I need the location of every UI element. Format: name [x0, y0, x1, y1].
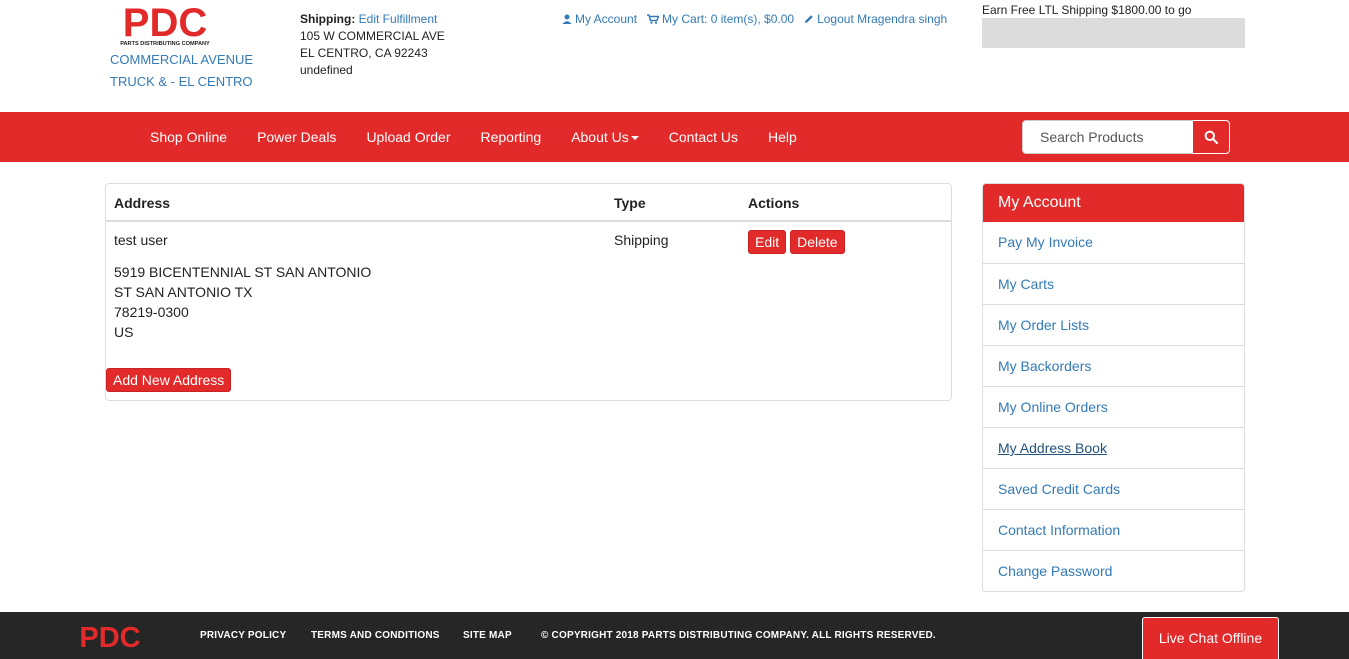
- account-menu-my-order-lists[interactable]: My Order Lists: [983, 304, 1244, 345]
- address-type: Shipping: [614, 232, 669, 248]
- delete-address-button[interactable]: Delete: [790, 230, 845, 254]
- nav-menu: Shop Online Power Deals Upload Order Rep…: [135, 112, 812, 162]
- copyright-text: © COPYRIGHT 2018 PARTS DISTRIBUTING COMP…: [541, 630, 936, 641]
- account-menu-my-online-orders[interactable]: My Online Orders: [983, 386, 1244, 427]
- cart-icon: [647, 14, 660, 24]
- shipping-label: Shipping:: [300, 12, 356, 26]
- nav-contact-us[interactable]: Contact Us: [654, 112, 753, 162]
- account-menu-my-address-book[interactable]: My Address Book: [983, 427, 1244, 468]
- store-name-line2[interactable]: TRUCK & - EL CENTRO: [110, 72, 270, 92]
- store-name-line1[interactable]: COMMERCIAL AVENUE: [110, 50, 270, 70]
- nav-shop-online[interactable]: Shop Online: [135, 112, 242, 162]
- site-map-link[interactable]: SITE MAP: [463, 630, 512, 641]
- my-account-label: My Account: [575, 12, 638, 26]
- account-menu: Pay My Invoice My Carts My Order Lists M…: [983, 222, 1244, 591]
- ltl-progress-bar: [982, 18, 1245, 48]
- nav-help[interactable]: Help: [753, 112, 812, 162]
- add-new-address-button[interactable]: Add New Address: [106, 368, 232, 392]
- shipping-address-line2: EL CENTRO, CA 92243: [300, 46, 428, 60]
- account-menu-contact-information[interactable]: Contact Information: [983, 509, 1244, 550]
- column-header-type: Type: [614, 195, 646, 211]
- address-line: US: [114, 324, 134, 340]
- site-footer: PDC PRIVACY POLICY TERMS AND CONDITIONS …: [0, 612, 1349, 659]
- terms-link[interactable]: TERMS AND CONDITIONS: [311, 630, 440, 641]
- user-icon: [562, 14, 572, 24]
- product-search: [1022, 120, 1230, 154]
- my-account-sidebar: My Account Pay My Invoice My Carts My Or…: [982, 183, 1245, 592]
- shipping-address-line1: 105 W COMMERCIAL AVE: [300, 29, 445, 43]
- search-input[interactable]: [1022, 120, 1192, 154]
- footer-logo-text: PDC: [79, 622, 140, 650]
- store-logo-block: PDC PARTS DISTRIBUTING COMPANY COMMERCIA…: [110, 2, 270, 92]
- nav-power-deals[interactable]: Power Deals: [242, 112, 351, 162]
- address-line: 78219-0300: [114, 304, 189, 320]
- pencil-icon: [805, 15, 813, 23]
- address-line: 5919 BICENTENNIAL ST SAN ANTONIO: [114, 264, 372, 280]
- address-lines: 5919 BICENTENNIAL ST SAN ANTONIO ST SAN …: [114, 262, 371, 342]
- address-actions: Edit Delete: [748, 230, 845, 254]
- account-top-links: My Account My Cart: 0 item(s), $0.00 Log…: [562, 12, 947, 26]
- column-header-actions: Actions: [748, 195, 800, 211]
- edit-fulfillment-link[interactable]: Edit Fulfillment: [359, 12, 438, 26]
- address-book-table: Address Type Actions test user 5919 BICE…: [105, 183, 952, 401]
- nav-about-us[interactable]: About Us: [556, 112, 654, 162]
- account-menu-pay-my-invoice[interactable]: Pay My Invoice: [983, 222, 1244, 263]
- nav-upload-order[interactable]: Upload Order: [351, 112, 465, 162]
- my-account-heading: My Account: [983, 184, 1244, 222]
- nav-about-us-label: About Us: [571, 129, 629, 145]
- my-cart-label: My Cart: 0 item(s), $0.00: [662, 12, 795, 26]
- address-line: ST SAN ANTONIO TX: [114, 284, 253, 300]
- account-menu-my-carts[interactable]: My Carts: [983, 263, 1244, 304]
- logo-tagline: PARTS DISTRIBUTING COMPANY: [120, 41, 210, 47]
- my-account-link[interactable]: My Account: [562, 12, 637, 26]
- account-menu-saved-credit-cards[interactable]: Saved Credit Cards: [983, 468, 1244, 509]
- footer-pdc-logo[interactable]: PDC: [75, 622, 145, 650]
- ltl-shipping-text: Earn Free LTL Shipping $1800.00 to go: [982, 3, 1192, 17]
- logo-text: PDC: [123, 2, 207, 45]
- account-menu-my-backorders[interactable]: My Backorders: [983, 345, 1244, 386]
- live-chat-button[interactable]: Live Chat Offline: [1142, 617, 1279, 659]
- search-button[interactable]: [1192, 120, 1230, 154]
- edit-address-button[interactable]: Edit: [748, 230, 787, 254]
- search-icon: [1204, 130, 1218, 144]
- shipping-address-line3: undefined: [300, 63, 353, 77]
- shipping-info: Shipping: Edit Fulfillment 105 W COMMERC…: [300, 11, 445, 79]
- caret-down-icon: [630, 136, 639, 141]
- address-name: test user: [114, 232, 168, 248]
- nav-reporting[interactable]: Reporting: [465, 112, 556, 162]
- my-cart-link[interactable]: My Cart: 0 item(s), $0.00: [647, 12, 794, 26]
- pdc-logo[interactable]: PDC PARTS DISTRIBUTING COMPANY: [115, 2, 215, 48]
- logout-label: Logout Mragendra singh: [817, 12, 948, 26]
- free-ltl-shipping: Earn Free LTL Shipping $1800.00 to go: [982, 2, 1245, 48]
- privacy-policy-link[interactable]: PRIVACY POLICY: [200, 630, 286, 641]
- logout-link[interactable]: Logout Mragendra singh: [804, 12, 947, 26]
- account-menu-change-password[interactable]: Change Password: [983, 550, 1244, 591]
- main-navbar: Shop Online Power Deals Upload Order Rep…: [0, 112, 1349, 162]
- column-header-address: Address: [114, 195, 171, 211]
- header-divider: [106, 220, 951, 222]
